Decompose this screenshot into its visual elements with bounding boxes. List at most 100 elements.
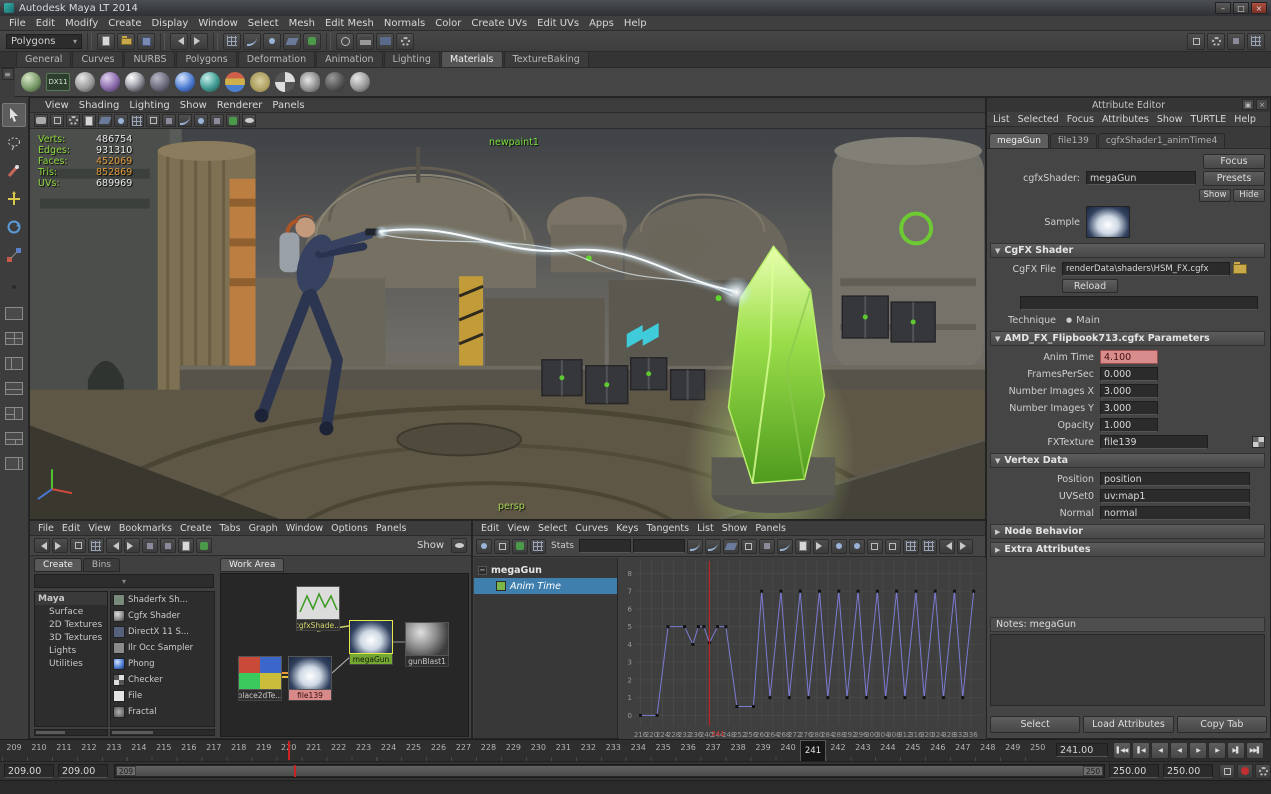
opacity-input[interactable] [1100,418,1158,432]
make-live-icon[interactable] [303,32,321,50]
anim-curve-thumbnail[interactable] [296,586,340,620]
attribute-editor-header[interactable]: Attribute Editor ▣ × [987,98,1270,112]
layout-four-pane-icon[interactable] [5,332,23,345]
menu-item[interactable]: Window [193,18,242,29]
command-line-strip[interactable] [0,780,1271,794]
viewport-menu-item[interactable]: Show [175,100,212,111]
graph-editor-menu-item[interactable]: Panels [751,523,790,534]
frames-per-sec-input[interactable] [1100,367,1158,381]
add-keys-icon[interactable] [512,538,528,554]
free-tangent-weight-icon[interactable] [866,538,883,554]
graph-editor-menu-item[interactable]: List [693,523,718,534]
reload-button[interactable]: Reload [1062,279,1118,293]
graph-editor-menu-item[interactable]: Curves [571,523,612,534]
cgfx-shader-icon[interactable] [75,72,95,92]
menu-item[interactable]: Mesh [284,18,320,29]
range-start-handle[interactable]: 209 [116,766,136,776]
graph-output-connections-icon[interactable] [124,538,140,553]
fxtexture-input[interactable] [1100,435,1208,449]
go-to-end-button[interactable]: ▶▶▌ [1246,742,1264,759]
menu-item[interactable]: Color [430,18,466,29]
linear-tangents-icon[interactable] [722,538,739,554]
gunblast-thumbnail[interactable] [405,622,449,656]
layout-persp-graph-icon[interactable] [5,382,23,395]
hide-button[interactable]: Hide [1233,188,1265,202]
hypershade-tab[interactable]: Bins [82,558,120,572]
filter-icon[interactable] [451,538,467,553]
scale-tool-icon[interactable] [2,243,26,267]
shelf-tab[interactable]: Materials [440,51,503,67]
attribute-editor-menu-item[interactable]: Help [1230,114,1260,125]
layout-single-pane-icon[interactable] [5,307,23,320]
env-fog-icon[interactable] [300,72,320,92]
title-bar[interactable]: Autodesk Maya LT 2014 – □ × [0,0,1271,16]
menu-item[interactable]: Normals [379,18,430,29]
attribute-editor-tab[interactable]: megaGun [989,133,1049,148]
anisotropic-material-icon[interactable] [100,72,120,92]
category-scrollbar[interactable] [34,729,108,736]
graph-editor-menu-item[interactable]: Tangents [642,523,693,534]
current-time-input[interactable] [1056,743,1108,757]
construction-history-icon[interactable] [336,32,354,50]
step-back-key-button[interactable]: ◀ [1151,742,1169,759]
shaderfx-shader-icon[interactable] [21,72,41,92]
back-graph-icon[interactable] [34,538,50,553]
menu-item[interactable]: Help [619,18,652,29]
layout-three-pane-icon[interactable] [5,407,23,420]
menu-item[interactable]: Modify [60,18,103,29]
node-type-item[interactable]: Phong [111,656,214,672]
place2d-texture-node[interactable]: place2dTe... [238,656,282,701]
grid-toggle-icon[interactable] [130,114,144,127]
clamped-tangents-icon[interactable] [704,538,721,554]
show-bottom-tabs-icon[interactable] [160,538,176,553]
break-tangents-icon[interactable] [830,538,847,554]
open-render-view-icon[interactable] [356,32,374,50]
step-tangents-icon[interactable] [758,538,775,554]
hypershade-menu-item[interactable]: Edit [58,523,84,534]
attribute-editor-menu-item[interactable]: Attributes [1098,114,1153,125]
step-back-frame-button[interactable]: ▌◀ [1132,742,1150,759]
hypershade-menu-item[interactable]: Panels [372,523,411,534]
hypershade-menu-item[interactable]: View [84,523,115,534]
toggle-create-bar-icon[interactable] [178,538,194,553]
snap-to-curve-icon[interactable] [243,32,261,50]
dx11-shader-icon[interactable]: DX11 [46,73,70,91]
node-name-input[interactable] [1086,171,1196,185]
place2d-thumbnail[interactable] [238,656,282,690]
blinn-material-icon[interactable] [125,72,145,92]
hypershade-menu-item[interactable]: Create [176,523,216,534]
animation-start-input[interactable] [4,764,54,778]
surface-shader-icon[interactable] [250,72,270,92]
shelf-tab[interactable]: Curves [72,51,124,67]
menu-item[interactable]: Edit UVs [532,18,584,29]
bookmark-icon[interactable] [82,114,96,127]
snap-to-view-plane-icon[interactable] [283,32,301,50]
time-slider[interactable]: 2092102112122132142152162172182192202212… [0,739,1271,762]
file139-texture-node[interactable]: file139 [288,656,332,701]
position-input[interactable] [1100,472,1250,486]
node-type-item[interactable]: Checker [111,672,214,688]
file139-thumbnail[interactable] [288,656,332,690]
section-cgfx-parameters[interactable]: ▼ AMD_FX_Flipbook713.cgfx Parameters [990,331,1265,346]
lights-mode-icon[interactable] [226,114,240,127]
animation-curve-graph[interactable]: 2162202242282322362402442482522562602642… [619,558,986,739]
section-extra-attributes[interactable]: ▶ Extra Attributes [990,542,1265,557]
section-vertex-data[interactable]: ▼ Vertex Data [990,453,1265,468]
hypershade-menu-item[interactable]: Tabs [216,523,245,534]
category-item[interactable]: 2D Textures [35,618,107,631]
phonge-material-icon[interactable] [200,72,220,92]
rearrange-graph-icon[interactable] [88,538,104,553]
toolbar-separator[interactable] [213,32,218,50]
load-attributes-button[interactable]: Load Attributes [1083,716,1174,733]
viewport-menu-item[interactable]: View [40,100,74,111]
post-infinity-icon[interactable] [956,538,973,554]
category-item[interactable]: Maya [35,592,107,605]
section-cgfx-shader[interactable]: ▼ CgFX Shader [990,243,1265,258]
move-nearest-key-icon[interactable] [476,538,492,554]
hypershade-menu-item[interactable]: Options [327,523,372,534]
menu-item[interactable]: Select [243,18,284,29]
node-type-item[interactable]: Fractal [111,704,214,720]
node-list-scrollbar[interactable] [110,729,215,736]
attribute-editor-menu-item[interactable]: List [989,114,1014,125]
work-area-canvas[interactable]: cgfxShade... megaGun gunBlast1 place2dTe… [220,573,469,737]
